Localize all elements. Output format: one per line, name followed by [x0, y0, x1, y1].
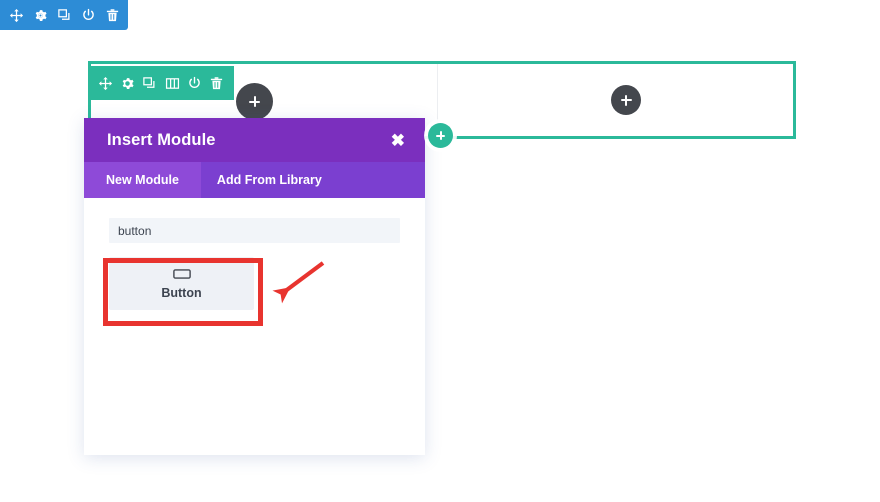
module-tile-label: Button — [161, 286, 202, 300]
modal-body: Button — [84, 198, 425, 455]
move-icon[interactable] — [97, 75, 113, 91]
add-module-button[interactable] — [611, 85, 641, 115]
tab-add-from-library[interactable]: Add From Library — [201, 162, 338, 198]
modal-header: Insert Module ✖ — [84, 118, 425, 162]
duplicate-icon[interactable] — [56, 7, 72, 23]
gear-icon[interactable] — [119, 75, 135, 91]
trash-icon[interactable] — [104, 7, 120, 23]
power-icon[interactable] — [80, 7, 96, 23]
duplicate-icon[interactable] — [142, 75, 158, 91]
columns-icon[interactable] — [164, 75, 180, 91]
move-icon[interactable] — [8, 7, 24, 23]
module-tile-button[interactable]: Button — [109, 257, 254, 310]
add-section-button[interactable] — [428, 123, 453, 148]
page-title: Insert Module — [107, 130, 216, 149]
section-toolbar[interactable] — [88, 66, 234, 100]
add-row-button[interactable] — [236, 83, 273, 120]
power-icon[interactable] — [186, 75, 202, 91]
insert-module-modal: Insert Module ✖ New Module Add From Libr… — [84, 118, 425, 455]
search-input[interactable] — [109, 218, 400, 243]
page-settings-toolbar[interactable] — [0, 0, 128, 30]
module-list: Button — [109, 257, 400, 310]
trash-icon[interactable] — [209, 75, 225, 91]
button-module-icon — [172, 267, 191, 280]
modal-tabs: New Module Add From Library — [84, 162, 425, 198]
tab-new-module[interactable]: New Module — [84, 162, 201, 198]
close-icon[interactable]: ✖ — [391, 132, 405, 149]
gear-icon[interactable] — [32, 7, 48, 23]
